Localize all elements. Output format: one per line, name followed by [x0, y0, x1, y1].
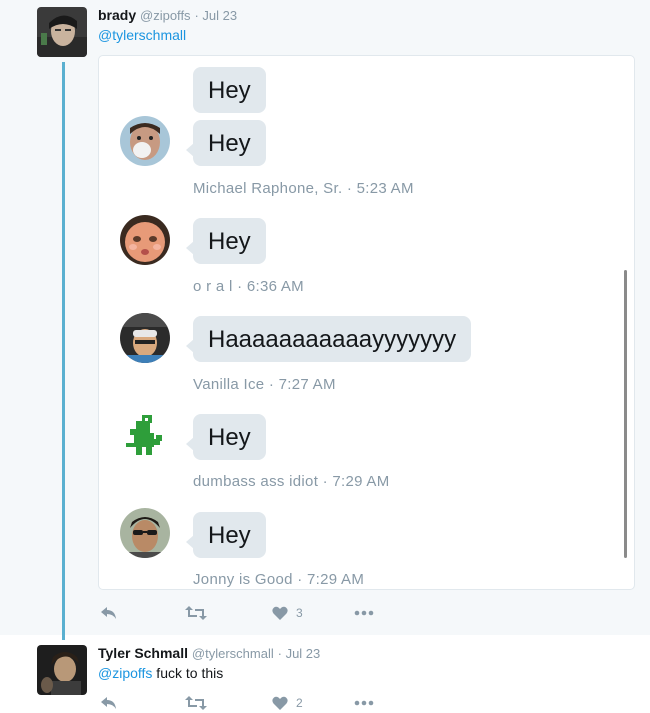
- like-button[interactable]: 2: [272, 693, 303, 713]
- mention-link[interactable]: @tylerschmall: [98, 27, 186, 43]
- tweet-header: Tyler Schmall @tylerschmall · Jul 23: [98, 645, 321, 661]
- tweet-date[interactable]: Jul 23: [286, 646, 321, 661]
- avatar-vanilla-ice: [120, 313, 170, 363]
- author-name[interactable]: Tyler Schmall: [98, 645, 188, 661]
- reply-icon: [101, 697, 116, 709]
- message-meta: Vanilla Ice · 7:27 AM: [193, 376, 336, 393]
- avatar-jonny: [120, 508, 170, 558]
- heart-icon: [272, 606, 288, 620]
- tweet-text: @tylerschmall: [98, 27, 186, 43]
- author-handle[interactable]: @zipoffs: [140, 8, 191, 23]
- retweet-icon: [185, 606, 207, 620]
- mention-link[interactable]: @zipoffs: [98, 665, 152, 681]
- reply-button[interactable]: [100, 603, 118, 623]
- avatar-oral: [120, 215, 170, 265]
- tweet-date[interactable]: Jul 23: [202, 8, 237, 23]
- avatar-tyler[interactable]: [37, 645, 87, 695]
- message-bubble: Hey: [186, 218, 266, 264]
- message-bubble: Hey: [186, 414, 266, 460]
- retweet-button[interactable]: [185, 603, 207, 623]
- tweet-header: brady @zipoffs · Jul 23: [98, 7, 238, 23]
- avatar-brady[interactable]: [37, 7, 87, 57]
- message-bubble: Hey: [186, 512, 266, 558]
- card-scrollbar[interactable]: [624, 270, 627, 558]
- like-count: 3: [296, 606, 303, 620]
- retweet-icon: [185, 696, 207, 710]
- message-meta: o r a l · 6:36 AM: [193, 278, 304, 295]
- thread-line: [62, 62, 65, 640]
- more-button[interactable]: [354, 693, 374, 713]
- message-meta: dumbass ass idiot · 7:29 AM: [193, 473, 390, 490]
- message-meta: Jonny is Good · 7:29 AM: [193, 571, 365, 588]
- message-meta: Michael Raphone, Sr. · 5:23 AM: [193, 180, 414, 197]
- message-bubble: Haaaaaaaaaaayyyyyyy: [185, 316, 472, 362]
- more-icon: [354, 610, 374, 616]
- like-button[interactable]: 3: [272, 603, 303, 623]
- tweet-body: fuck to this: [152, 665, 224, 681]
- avatar-michael-raphone: [120, 116, 170, 166]
- heart-icon: [272, 696, 288, 710]
- message-bubble: Hey: [193, 67, 266, 113]
- more-icon: [354, 700, 374, 706]
- tweet-text: @zipoffs fuck to this: [98, 665, 223, 681]
- more-button[interactable]: [354, 603, 374, 623]
- author-handle[interactable]: @tylerschmall: [192, 646, 274, 661]
- like-count: 2: [296, 696, 303, 710]
- retweet-button[interactable]: [185, 693, 207, 713]
- tweet-brady: brady @zipoffs · Jul 23 @tylerschmall He…: [0, 0, 650, 640]
- message-bubble: Hey: [186, 120, 266, 166]
- reply-button[interactable]: [100, 693, 118, 713]
- avatar-dinosaur: [120, 411, 170, 461]
- reply-icon: [101, 607, 116, 619]
- author-name[interactable]: brady: [98, 7, 136, 23]
